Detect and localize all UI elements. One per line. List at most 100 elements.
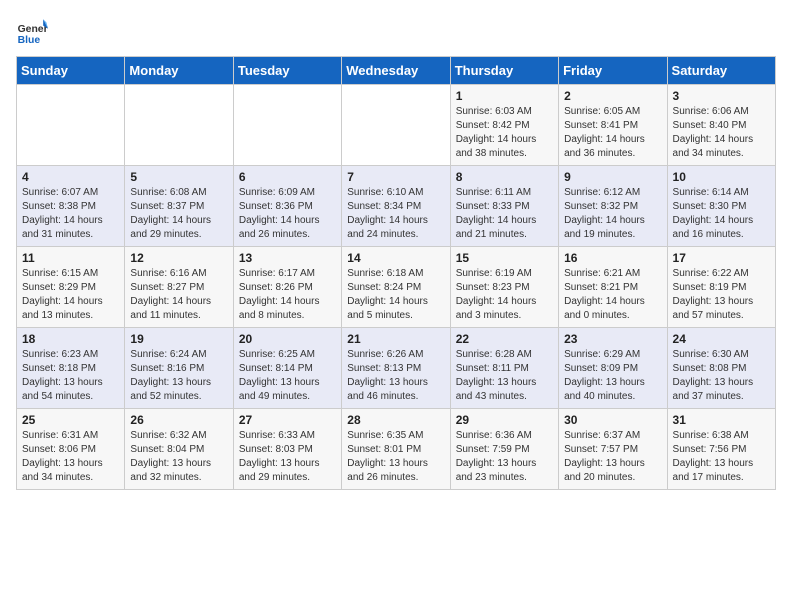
day-header-saturday: Saturday bbox=[667, 57, 775, 85]
day-cell: 8 Sunrise: 6:11 AM Sunset: 8:33 PM Daylig… bbox=[450, 166, 558, 247]
day-number: 16 bbox=[564, 251, 661, 265]
day-info: Sunrise: 6:38 AM Sunset: 7:56 PM Dayligh… bbox=[673, 429, 770, 485]
day-number: 8 bbox=[456, 170, 553, 184]
day-info: Sunrise: 6:15 AM Sunset: 8:29 PM Dayligh… bbox=[22, 267, 119, 323]
day-cell: 9 Sunrise: 6:12 AM Sunset: 8:32 PM Daylig… bbox=[559, 166, 667, 247]
day-info: Sunrise: 6:11 AM Sunset: 8:33 PM Dayligh… bbox=[456, 186, 553, 242]
logo-icon: General Blue bbox=[16, 16, 48, 48]
day-cell: 10 Sunrise: 6:14 AM Sunset: 8:30 PM Dayli… bbox=[667, 166, 775, 247]
logo: General Blue bbox=[16, 16, 48, 48]
day-number: 22 bbox=[456, 332, 553, 346]
day-number: 5 bbox=[130, 170, 227, 184]
day-info: Sunrise: 6:17 AM Sunset: 8:26 PM Dayligh… bbox=[239, 267, 336, 323]
day-info: Sunrise: 6:10 AM Sunset: 8:34 PM Dayligh… bbox=[347, 186, 444, 242]
day-cell: 26 Sunrise: 6:32 AM Sunset: 8:04 PM Dayli… bbox=[125, 409, 233, 490]
day-cell: 7 Sunrise: 6:10 AM Sunset: 8:34 PM Daylig… bbox=[342, 166, 450, 247]
page-header: General Blue bbox=[16, 16, 776, 48]
day-info: Sunrise: 6:32 AM Sunset: 8:04 PM Dayligh… bbox=[130, 429, 227, 485]
day-cell: 12Sunrise: 6:16 AM Sunset: 8:27 PM Dayli… bbox=[125, 247, 233, 328]
day-cell: 30Sunrise: 6:37 AM Sunset: 7:57 PM Dayli… bbox=[559, 409, 667, 490]
day-cell: 25Sunrise: 6:31 AM Sunset: 8:06 PM Dayli… bbox=[17, 409, 125, 490]
day-cell: 20Sunrise: 6:25 AM Sunset: 8:14 PM Dayli… bbox=[233, 328, 341, 409]
day-info: Sunrise: 6:08 AM Sunset: 8:37 PM Dayligh… bbox=[130, 186, 227, 242]
day-cell: 11 Sunrise: 6:15 AM Sunset: 8:29 PM Dayli… bbox=[17, 247, 125, 328]
day-cell: 18 Sunrise: 6:23 AM Sunset: 8:18 PM Dayli… bbox=[17, 328, 125, 409]
day-info: Sunrise: 6:12 AM Sunset: 8:32 PM Dayligh… bbox=[564, 186, 661, 242]
day-number: 11 bbox=[22, 251, 119, 265]
day-number: 3 bbox=[673, 89, 770, 103]
day-cell: 19 Sunrise: 6:24 AM Sunset: 8:16 PM Dayli… bbox=[125, 328, 233, 409]
day-cell: 21Sunrise: 6:26 AM Sunset: 8:13 PM Dayli… bbox=[342, 328, 450, 409]
day-number: 20 bbox=[239, 332, 336, 346]
day-cell: 13Sunrise: 6:17 AM Sunset: 8:26 PM Dayli… bbox=[233, 247, 341, 328]
day-info: Sunrise: 6:24 AM Sunset: 8:16 PM Dayligh… bbox=[130, 348, 227, 404]
day-info: Sunrise: 6:19 AM Sunset: 8:23 PM Dayligh… bbox=[456, 267, 553, 323]
day-cell: 28 Sunrise: 6:35 AM Sunset: 8:01 PM Dayli… bbox=[342, 409, 450, 490]
day-cell bbox=[17, 85, 125, 166]
day-number: 2 bbox=[564, 89, 661, 103]
day-header-friday: Friday bbox=[559, 57, 667, 85]
day-number: 12 bbox=[130, 251, 227, 265]
day-number: 26 bbox=[130, 413, 227, 427]
day-cell: 27Sunrise: 6:33 AM Sunset: 8:03 PM Dayli… bbox=[233, 409, 341, 490]
day-number: 4 bbox=[22, 170, 119, 184]
day-header-wednesday: Wednesday bbox=[342, 57, 450, 85]
week-row-3: 11 Sunrise: 6:15 AM Sunset: 8:29 PM Dayli… bbox=[17, 247, 776, 328]
day-info: Sunrise: 6:09 AM Sunset: 8:36 PM Dayligh… bbox=[239, 186, 336, 242]
day-number: 1 bbox=[456, 89, 553, 103]
day-cell: 1 Sunrise: 6:03 AM Sunset: 8:42 PM Daylig… bbox=[450, 85, 558, 166]
day-info: Sunrise: 6:05 AM Sunset: 8:41 PM Dayligh… bbox=[564, 105, 661, 161]
day-number: 31 bbox=[673, 413, 770, 427]
day-cell bbox=[125, 85, 233, 166]
day-info: Sunrise: 6:22 AM Sunset: 8:19 PM Dayligh… bbox=[673, 267, 770, 323]
week-row-1: 1 Sunrise: 6:03 AM Sunset: 8:42 PM Daylig… bbox=[17, 85, 776, 166]
day-number: 21 bbox=[347, 332, 444, 346]
day-number: 9 bbox=[564, 170, 661, 184]
day-info: Sunrise: 6:06 AM Sunset: 8:40 PM Dayligh… bbox=[673, 105, 770, 161]
day-cell: 24 Sunrise: 6:30 AM Sunset: 8:08 PM Dayli… bbox=[667, 328, 775, 409]
day-cell bbox=[342, 85, 450, 166]
day-info: Sunrise: 6:30 AM Sunset: 8:08 PM Dayligh… bbox=[673, 348, 770, 404]
day-info: Sunrise: 6:03 AM Sunset: 8:42 PM Dayligh… bbox=[456, 105, 553, 161]
day-number: 14 bbox=[347, 251, 444, 265]
day-number: 19 bbox=[130, 332, 227, 346]
day-info: Sunrise: 6:37 AM Sunset: 7:57 PM Dayligh… bbox=[564, 429, 661, 485]
day-info: Sunrise: 6:21 AM Sunset: 8:21 PM Dayligh… bbox=[564, 267, 661, 323]
day-number: 28 bbox=[347, 413, 444, 427]
day-cell bbox=[233, 85, 341, 166]
day-info: Sunrise: 6:29 AM Sunset: 8:09 PM Dayligh… bbox=[564, 348, 661, 404]
day-cell: 22Sunrise: 6:28 AM Sunset: 8:11 PM Dayli… bbox=[450, 328, 558, 409]
day-header-thursday: Thursday bbox=[450, 57, 558, 85]
day-info: Sunrise: 6:07 AM Sunset: 8:38 PM Dayligh… bbox=[22, 186, 119, 242]
day-number: 17 bbox=[673, 251, 770, 265]
day-cell: 2 Sunrise: 6:05 AM Sunset: 8:41 PM Daylig… bbox=[559, 85, 667, 166]
day-info: Sunrise: 6:14 AM Sunset: 8:30 PM Dayligh… bbox=[673, 186, 770, 242]
day-cell: 16 Sunrise: 6:21 AM Sunset: 8:21 PM Dayli… bbox=[559, 247, 667, 328]
svg-text:Blue: Blue bbox=[18, 35, 41, 46]
day-number: 6 bbox=[239, 170, 336, 184]
day-cell: 14Sunrise: 6:18 AM Sunset: 8:24 PM Dayli… bbox=[342, 247, 450, 328]
week-row-2: 4 Sunrise: 6:07 AM Sunset: 8:38 PM Daylig… bbox=[17, 166, 776, 247]
day-number: 18 bbox=[22, 332, 119, 346]
day-info: Sunrise: 6:36 AM Sunset: 7:59 PM Dayligh… bbox=[456, 429, 553, 485]
day-number: 29 bbox=[456, 413, 553, 427]
day-number: 15 bbox=[456, 251, 553, 265]
day-header-sunday: Sunday bbox=[17, 57, 125, 85]
day-info: Sunrise: 6:31 AM Sunset: 8:06 PM Dayligh… bbox=[22, 429, 119, 485]
day-cell: 17 Sunrise: 6:22 AM Sunset: 8:19 PM Dayli… bbox=[667, 247, 775, 328]
day-number: 7 bbox=[347, 170, 444, 184]
day-cell: 29 Sunrise: 6:36 AM Sunset: 7:59 PM Dayli… bbox=[450, 409, 558, 490]
day-info: Sunrise: 6:35 AM Sunset: 8:01 PM Dayligh… bbox=[347, 429, 444, 485]
day-number: 10 bbox=[673, 170, 770, 184]
day-header-monday: Monday bbox=[125, 57, 233, 85]
day-number: 24 bbox=[673, 332, 770, 346]
day-cell: 23Sunrise: 6:29 AM Sunset: 8:09 PM Dayli… bbox=[559, 328, 667, 409]
header-row: SundayMondayTuesdayWednesdayThursdayFrid… bbox=[17, 57, 776, 85]
week-row-5: 25Sunrise: 6:31 AM Sunset: 8:06 PM Dayli… bbox=[17, 409, 776, 490]
day-cell: 4 Sunrise: 6:07 AM Sunset: 8:38 PM Daylig… bbox=[17, 166, 125, 247]
day-info: Sunrise: 6:23 AM Sunset: 8:18 PM Dayligh… bbox=[22, 348, 119, 404]
day-info: Sunrise: 6:33 AM Sunset: 8:03 PM Dayligh… bbox=[239, 429, 336, 485]
day-cell: 3 Sunrise: 6:06 AM Sunset: 8:40 PM Daylig… bbox=[667, 85, 775, 166]
week-row-4: 18 Sunrise: 6:23 AM Sunset: 8:18 PM Dayli… bbox=[17, 328, 776, 409]
day-cell: 5 Sunrise: 6:08 AM Sunset: 8:37 PM Daylig… bbox=[125, 166, 233, 247]
